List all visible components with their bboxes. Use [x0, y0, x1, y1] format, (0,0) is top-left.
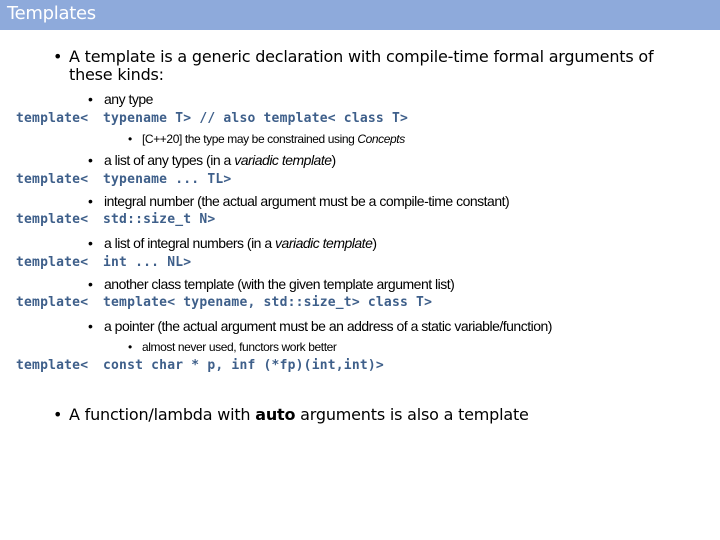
note-concepts: • [C++20] the type may be constrained usi… [128, 132, 405, 146]
code-prefix: template< [16, 111, 89, 126]
code-class-template: template< template< typename, std::size_t… [16, 295, 432, 310]
kind-label: any type [104, 91, 153, 107]
code-any-type: template< typename T> // also template< c… [16, 111, 408, 126]
kind-label: another class template (with the given t… [104, 276, 455, 292]
code-body: typename ... TL> [103, 172, 232, 187]
kind-any-type: • any type [88, 91, 153, 107]
bullet-marker: • [128, 340, 132, 354]
code-variadic-integrals: template< int ... NL> [16, 255, 191, 270]
kind-variadic-integrals: • a list of integral numbers (in a variad… [88, 235, 377, 251]
code-prefix: template< [16, 295, 89, 310]
code-body: typename T> // also template< class T> [103, 111, 409, 126]
bullet-marker: • [88, 235, 93, 251]
intro-line-2: these kinds: [69, 65, 164, 84]
code-body: const char * p, inf (*fp)(int,int)> [103, 358, 384, 373]
final-text: A function/lambda with [69, 405, 256, 424]
kind-integral-number: • integral number (the actual argument mu… [88, 193, 510, 209]
note-text: almost never used, functors work better [142, 340, 337, 354]
code-prefix: template< [16, 212, 89, 227]
kind-variadic-types: • a list of any types (in a variadic temp… [88, 152, 336, 168]
code-prefix: template< [16, 172, 89, 187]
kind-label-emphasis: variadic template [234, 152, 332, 168]
bullet-marker: • [53, 47, 63, 66]
bullet-marker: • [53, 405, 63, 424]
final-bullet: • A function/lambda with auto arguments i… [27, 405, 529, 424]
kind-label-end: ) [331, 152, 337, 168]
kind-label: a list of integral numbers (in a [104, 235, 276, 251]
final-text-end: arguments is also a template [295, 405, 529, 424]
bullet-marker: • [128, 132, 132, 146]
kind-label: a list of any types (in a [104, 152, 235, 168]
code-body: int ... NL> [103, 255, 192, 270]
code-prefix: template< [16, 358, 89, 373]
code-integral-number: template< std::size_t N> [16, 212, 215, 227]
note-functors: • almost never used, functors work better [128, 340, 337, 354]
code-body: std::size_t N> [103, 212, 216, 227]
bullet-marker: • [88, 152, 93, 168]
slide-title: Templates [7, 3, 96, 24]
bullet-marker: • [88, 193, 93, 209]
code-body: template< typename, std::size_t> class T… [103, 295, 433, 310]
bullet-marker: • [88, 91, 93, 107]
note-emphasis: Concepts [357, 132, 405, 146]
kind-pointer: • a pointer (the actual argument must be … [88, 318, 552, 334]
intro-bullet: • A template is a generic declaration wit… [27, 47, 654, 66]
code-prefix: template< [16, 255, 89, 270]
intro-line-1: A template is a generic declaration with… [69, 47, 654, 66]
note-text: [C++20] the type may be constrained usin… [142, 132, 358, 146]
final-keyword: auto [255, 405, 296, 424]
kind-label: a pointer (the actual argument must be a… [104, 318, 552, 334]
kind-label-emphasis: variadic template [275, 235, 373, 251]
kind-class-template: • another class template (with the given … [88, 276, 455, 292]
kind-label: integral number (the actual argument mus… [104, 193, 510, 209]
code-variadic-types: template< typename ... TL> [16, 172, 231, 187]
slide-title-bar: Templates [0, 0, 720, 30]
code-pointer: template< const char * p, inf (*fp)(int,i… [16, 358, 384, 373]
bullet-marker: • [88, 318, 93, 334]
bullet-marker: • [88, 276, 93, 292]
kind-label-end: ) [372, 235, 377, 251]
